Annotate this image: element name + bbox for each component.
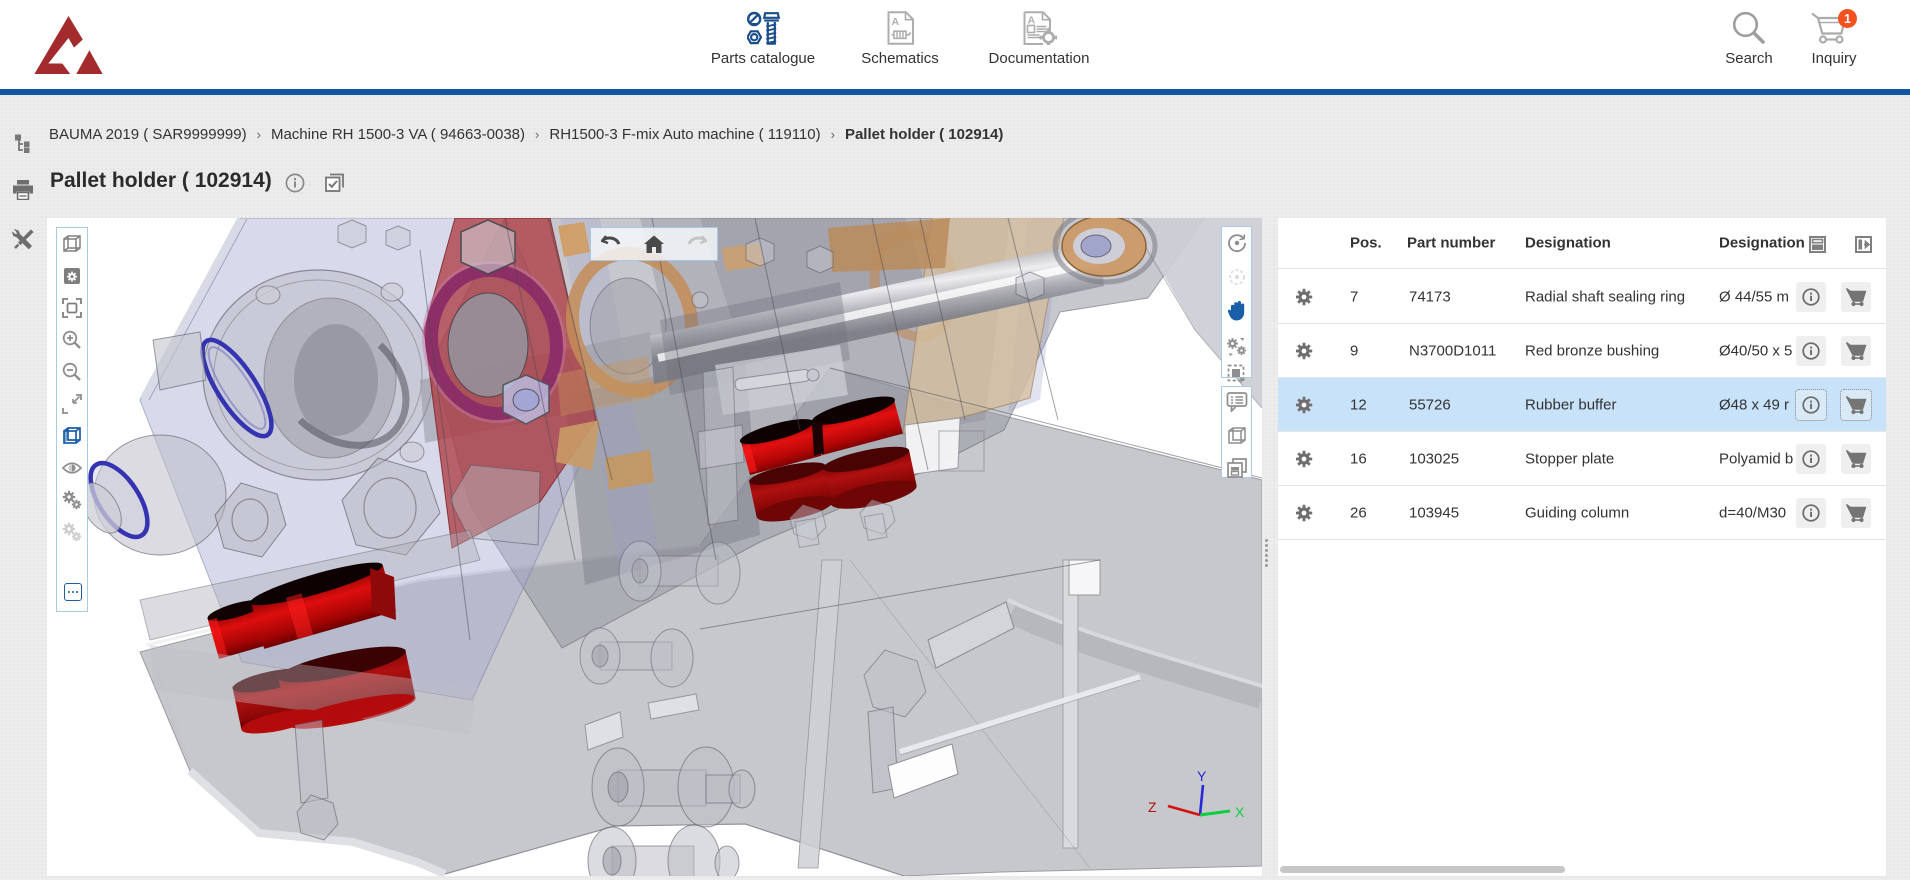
svg-text:X: X <box>1235 804 1245 820</box>
svg-text:Z: Z <box>1148 799 1157 815</box>
svg-text:Y: Y <box>1197 768 1207 784</box>
svg-text:A: A <box>891 16 899 28</box>
svg-text:1: 1 <box>1844 12 1851 26</box>
svg-text:A: A <box>1028 15 1036 27</box>
